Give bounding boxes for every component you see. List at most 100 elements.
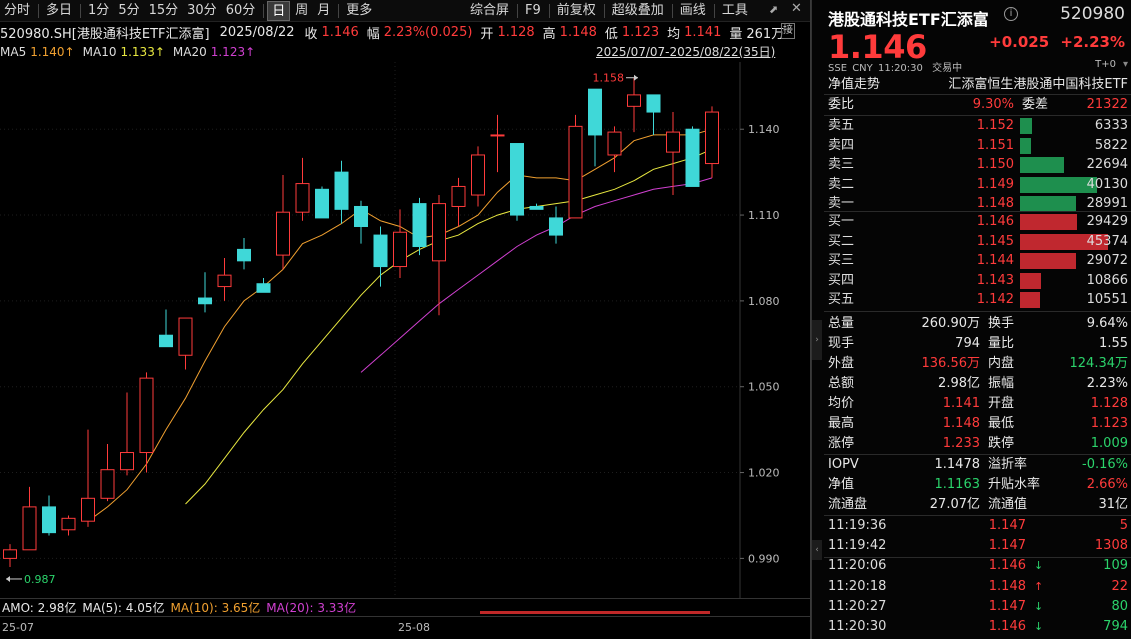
tool-button[interactable]: F9 [521, 1, 545, 21]
stat-row: 总量 260.90万 换手 9.64% [828, 314, 1128, 334]
expand-icon[interactable]: ⬈ [769, 3, 778, 16]
candle-body [354, 205, 368, 228]
stat-value: 124.34万 [1069, 356, 1129, 371]
candle-body [198, 297, 212, 305]
bid-level[interactable]: 买三 1.144 29072 [828, 251, 1128, 270]
nav-trend-link[interactable]: 净值走势 [828, 77, 880, 92]
stat-label: 最低 [988, 416, 1015, 431]
stat-value: 2.23% [1086, 376, 1128, 391]
period-tab[interactable]: 1分 [84, 1, 113, 21]
level-price: 1.151 [976, 137, 1014, 153]
bid-level[interactable]: 买一 1.146 29429 [828, 212, 1128, 231]
stat-value: -0.16% [1082, 457, 1128, 472]
period-tab[interactable]: 多日 [42, 1, 76, 21]
info-icon[interactable]: i [1004, 7, 1018, 21]
stat-value: 1.123 [1090, 416, 1128, 431]
y-tick-label: 1.080 [748, 295, 780, 308]
period-tab[interactable]: 分时 [0, 1, 34, 21]
tool-button[interactable]: 综合屏 [466, 1, 513, 21]
y-tick-label: 1.140 [748, 123, 780, 136]
tool-button[interactable]: 画线 [676, 1, 710, 21]
open-label: 开 [480, 26, 494, 42]
y-tick-label: 1.020 [748, 467, 780, 480]
period-tab[interactable]: 日 [267, 0, 291, 21]
low-value: 1.123 [621, 24, 660, 40]
level-price: 1.149 [976, 176, 1014, 192]
period-tab[interactable]: 周 [291, 1, 312, 21]
tick-volume: 794 [1103, 619, 1128, 634]
candle-body [471, 154, 485, 196]
stat-label: 换手 [988, 316, 1015, 331]
currency: CNY [852, 63, 873, 74]
stat-value: 1.1478 [934, 457, 981, 472]
ask-level[interactable]: 卖四 1.151 5822 [828, 136, 1128, 155]
collapse-handle[interactable]: › [812, 320, 822, 360]
candle-body [685, 128, 700, 187]
date-range-label[interactable]: 2025/07/07-2025/08/22(35日) [596, 43, 775, 60]
bid-level[interactable]: 买五 1.142 10551 [828, 290, 1128, 309]
quote-panel: 港股通科技ETF汇添富 i 520980 1.146 +0.025 +2.23%… [811, 0, 1131, 639]
stat-label: 总量 [828, 316, 855, 331]
bid-level[interactable]: 买二 1.145 45374 [828, 232, 1128, 251]
period-tab[interactable]: 60分 [222, 1, 260, 21]
period-tab[interactable]: 5分 [114, 1, 143, 21]
candle-body [139, 377, 154, 454]
dropdown-icon[interactable]: ▾ [1123, 59, 1128, 70]
close-icon[interactable]: ✕ [791, 1, 802, 16]
tool-toolbar: 综合屏 F9 前复权 超级叠加 画线 工具 [466, 0, 753, 22]
level-volume-bar [1020, 214, 1078, 230]
candle-body [315, 188, 329, 219]
stat-row: 最高 1.148 最低 1.123 [828, 414, 1128, 434]
tool-button[interactable]: 前复权 [553, 1, 600, 21]
period-tab[interactable]: 30分 [183, 1, 221, 21]
level-label: 卖二 [828, 176, 855, 192]
fund-name: 港股通科技ETF汇添富 [828, 10, 989, 29]
tick-volume: 5 [1119, 518, 1128, 533]
nav-trend-row[interactable]: 净值走势 汇添富恒生港股通中国科技ETF [828, 75, 1128, 95]
candle-body [256, 283, 271, 293]
level-volume-bar [1020, 292, 1041, 309]
level-price: 1.150 [976, 157, 1014, 173]
candlestick-chart[interactable]: 1.140 1.110 1.080 1.050 1.020 0.990 1.158 0.987 [0, 62, 810, 598]
tool-button[interactable]: 工具 [718, 1, 752, 21]
stat-value: 1.55 [1099, 336, 1128, 351]
ask-level[interactable]: 卖二 1.149 40130 [828, 175, 1128, 194]
period-tab[interactable]: 15分 [145, 1, 183, 21]
price-change: +0.025 +2.23% [989, 33, 1125, 51]
low-label: 低 [604, 26, 618, 42]
stat-label: 溢折率 [988, 457, 1028, 472]
y-tick-label: 0.990 [748, 552, 780, 565]
quote-time: 11:20:30 [877, 63, 923, 74]
level-volume-bar [1020, 253, 1077, 270]
bid-level[interactable]: 买四 1.143 10866 [828, 271, 1128, 290]
ask-level[interactable]: 卖三 1.150 22694 [828, 155, 1128, 174]
max-price-arrowhead [634, 74, 638, 81]
weibi-row: 委比 9.30% 委差 21322 [828, 95, 1128, 115]
ma10-value: 1.133↑ [120, 45, 165, 59]
level-volume: 29429 [1086, 214, 1128, 229]
expand-handle[interactable]: ‹ [812, 540, 822, 560]
candle-body [549, 217, 563, 236]
high-value: 1.148 [559, 24, 597, 40]
info-toggle-button[interactable]: 接 [781, 23, 795, 39]
tool-button[interactable]: 超级叠加 [608, 1, 668, 21]
bar-date: 2025/08/22 [219, 24, 295, 40]
stat-label: 现手 [828, 336, 855, 351]
y-tick-label: 1.050 [748, 381, 780, 394]
period-tab[interactable]: 更多 [342, 1, 376, 21]
stat-value: 794 [955, 336, 980, 351]
volume-value: 261万 [746, 26, 785, 42]
level-volume: 40130 [1086, 176, 1128, 192]
trading-status: 交易中 [932, 63, 963, 74]
fund-full-name: 汇添富恒生港股通中国科技ETF [948, 77, 1128, 92]
close-value: 1.146 [321, 24, 359, 40]
tick-time: 11:20:30 [828, 619, 887, 634]
period-tab[interactable]: 月 [313, 1, 334, 21]
candle-body [334, 171, 349, 210]
candle-body [178, 317, 193, 356]
ask-level[interactable]: 卖五 1.152 6333 [828, 116, 1128, 135]
tick-time: 11:20:27 [828, 598, 887, 614]
candle-body [393, 231, 407, 268]
weibi-label: 委比 [828, 97, 855, 112]
stat-label: 内盘 [988, 356, 1015, 371]
